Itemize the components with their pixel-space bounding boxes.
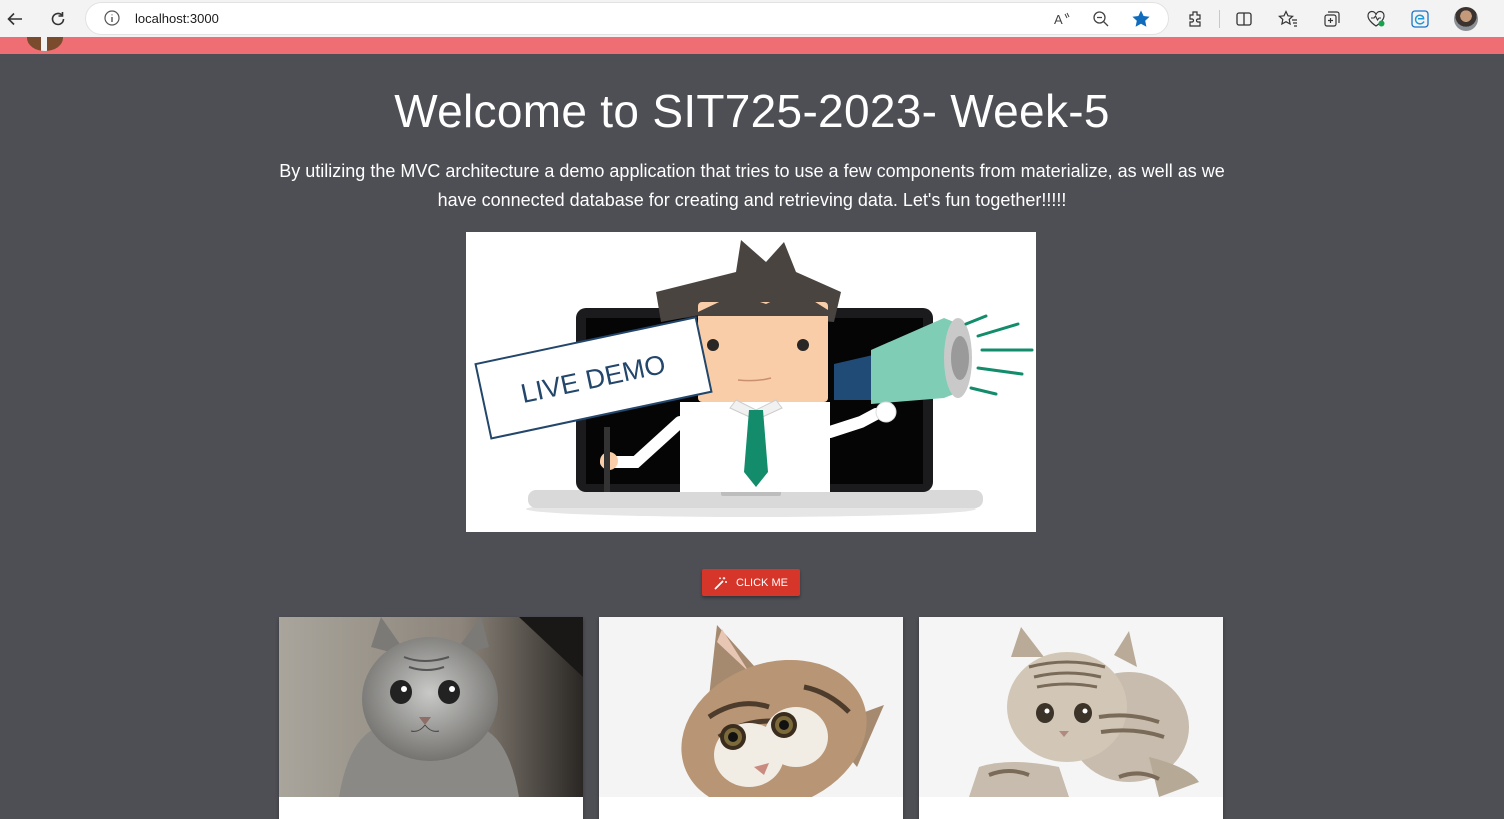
read-aloud-icon[interactable]: A bbox=[1052, 8, 1074, 30]
page-subtitle: By utilizing the MVC architecture a demo… bbox=[279, 161, 1225, 210]
kitten-card-3[interactable] bbox=[919, 617, 1223, 819]
browser-essentials-icon[interactable] bbox=[1363, 6, 1389, 32]
collections-icon[interactable] bbox=[1319, 6, 1345, 32]
gray-tabby-kitten-photo bbox=[279, 617, 583, 797]
peeking-tabby-kitten-photo bbox=[599, 617, 903, 797]
favorites-icon[interactable] bbox=[1275, 6, 1301, 32]
sitting-tabby-kitten-photo bbox=[919, 617, 1223, 797]
page-title: Welcome to SIT725-2023- Week-5 bbox=[394, 85, 1110, 137]
site-navbar bbox=[0, 37, 1504, 54]
svg-text:A: A bbox=[1054, 12, 1063, 27]
split-screen-icon[interactable] bbox=[1231, 6, 1257, 32]
zoom-out-icon[interactable] bbox=[1090, 8, 1112, 30]
browser-toolbar: localhost:3000 A bbox=[0, 0, 1504, 37]
site-info-icon[interactable] bbox=[103, 9, 121, 27]
refresh-icon[interactable] bbox=[45, 6, 71, 32]
magic-wand-icon bbox=[714, 576, 727, 589]
extensions-icon[interactable] bbox=[1182, 6, 1208, 32]
toolbar-divider bbox=[1219, 10, 1220, 28]
kitten-card-2[interactable] bbox=[599, 617, 903, 819]
brand-logo[interactable] bbox=[27, 37, 63, 51]
edge-icon[interactable] bbox=[1407, 6, 1433, 32]
back-arrow-icon[interactable] bbox=[2, 6, 28, 32]
click-me-button[interactable]: CLICK ME bbox=[702, 569, 800, 596]
favorite-star-filled-icon[interactable] bbox=[1130, 8, 1152, 30]
click-me-label[interactable]: CLICK ME bbox=[736, 577, 788, 589]
live-demo-hero-image: LIVE DEMO bbox=[466, 232, 1036, 532]
address-bar[interactable]: localhost:3000 A bbox=[86, 3, 1168, 34]
profile-avatar[interactable] bbox=[1454, 7, 1478, 31]
url-text[interactable]: localhost:3000 bbox=[135, 11, 219, 26]
kitten-card-1[interactable] bbox=[279, 617, 583, 819]
